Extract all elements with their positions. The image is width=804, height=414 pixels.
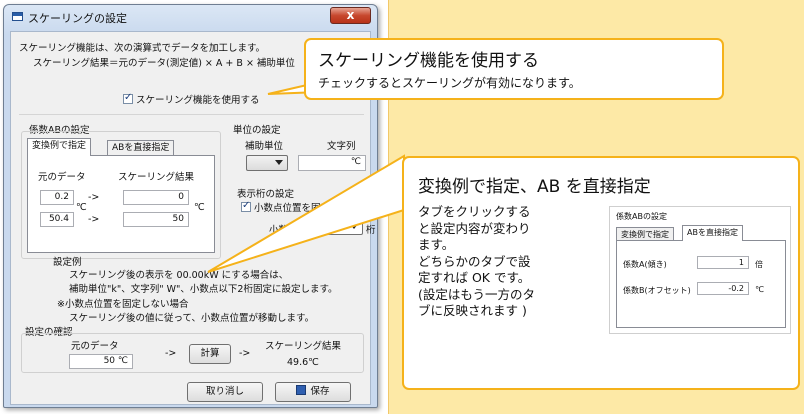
result-input-1[interactable]: 0 — [123, 190, 189, 205]
callout-body-line: (設定はもう一方のタ — [418, 286, 536, 302]
cancel-button[interactable]: 取り消し — [187, 382, 263, 402]
source-input-1[interactable]: 0.2 — [40, 190, 74, 205]
mini-coef-a-input: 1 — [697, 256, 749, 269]
checkbox-checked-icon[interactable] — [123, 92, 133, 104]
callout-body-line: ブに反映されます ) — [418, 303, 527, 318]
use-scaling-label: スケーリング機能を使用する — [136, 95, 260, 106]
callout-body: タブをクリックする と設定内容が変わり ます。 どちらかのタブで設 定すれば O… — [418, 204, 608, 320]
col-result-header: スケーリング結果 — [118, 172, 195, 183]
mini-coef-b-unit: ℃ — [755, 285, 764, 294]
unit-label: ℃ — [76, 202, 87, 213]
close-button[interactable]: x — [330, 7, 371, 24]
intro-line1: スケーリング機能は、次の演算式でデータを加工します。 — [19, 43, 266, 54]
example-title: 設定例 — [53, 257, 82, 268]
save-button-label: 保存 — [310, 386, 330, 397]
mini-tab-panel: 係数A(傾き) 1 倍 係数B(オフセット) -0.2 ℃ — [616, 240, 786, 328]
callout-title: 変換例で指定、AB を直接指定 — [418, 177, 651, 197]
callout-body-line: 定すれば OK です。 — [418, 270, 531, 285]
save-button[interactable]: 保存 — [275, 382, 351, 402]
intro-line2: スケーリング結果＝元のデータ(測定値) × A + B × 補助単位 — [33, 58, 295, 69]
col-source-header: 元のデータ — [38, 172, 86, 183]
mini-group-label: 係数ABの設定 — [616, 212, 667, 221]
arrow: -> — [165, 348, 177, 359]
save-icon — [296, 385, 307, 395]
mini-screenshot: 係数ABの設定 変換例で指定 ABを直接指定 係数A(傾き) 1 倍 係数B(オ… — [609, 206, 791, 334]
confirm-source-input[interactable]: 50 ℃ — [69, 354, 133, 369]
arrow: -> — [88, 214, 100, 225]
callout-subtitle: チェックするとスケーリングが有効になります。 — [318, 76, 581, 90]
callout-body-line: と設定内容が変わり — [418, 220, 531, 236]
dialog-title: スケーリングの設定 — [28, 12, 127, 25]
tab-panel: 元のデータ スケーリング結果 0.2 -> 0 ℃ ℃ 50.4 -> 50 — [27, 155, 215, 253]
calc-button[interactable]: 計算 — [189, 344, 231, 364]
source-input-2[interactable]: 50.4 — [40, 212, 74, 227]
confirm-source-label: 元のデータ — [71, 341, 119, 352]
separator — [19, 114, 364, 115]
callout-use-scaling: スケーリング機能を使用する チェックするとスケーリングが有効になります。 — [304, 38, 724, 100]
callout-body-line: どちらかのタブで設 — [418, 253, 531, 269]
mini-tab-by-example: 変換例で指定 — [616, 227, 674, 241]
mini-coef-b-input: -0.2 — [697, 282, 749, 295]
mini-tab-direct-ab: ABを直接指定 — [682, 225, 743, 241]
example-line2: 補助単位"k"、文字列" W"、小数点以下2桁固定に設定します。 — [69, 284, 338, 295]
callout-pointer — [207, 154, 405, 273]
example-note2: スケーリング後の値に従って、小数点位置が移動します。 — [69, 313, 315, 324]
confirm-result-label: スケーリング結果 — [265, 341, 342, 352]
tab-by-example[interactable]: 変換例で指定 — [27, 138, 92, 156]
confirm-result-value: 49.6℃ — [287, 357, 319, 368]
unit-group-label: 単位の設定 — [233, 125, 281, 136]
mini-coef-a-label: 係数A(傾き) — [623, 260, 667, 269]
window-icon — [12, 12, 23, 21]
result-input-2[interactable]: 50 — [123, 212, 189, 227]
callout-title: スケーリング機能を使用する — [318, 51, 539, 71]
title-bar[interactable]: スケーリングの設定 x — [4, 5, 377, 29]
mini-coef-a-unit: 倍 — [755, 260, 763, 269]
example-note1: ※小数点位置を固定しない場合 — [57, 299, 189, 310]
callout-tabs: 変換例で指定、AB を直接指定 タブをクリックする と設定内容が変わり ます。 … — [402, 156, 800, 390]
callout-body-line: ます。 — [418, 237, 455, 252]
callout-body-line: タブをクリックする — [418, 204, 531, 219]
arrow: -> — [88, 192, 100, 203]
arrow: -> — [239, 348, 251, 359]
mini-coef-b-label: 係数B(オフセット) — [623, 286, 691, 295]
tab-direct-ab[interactable]: ABを直接指定 — [107, 140, 175, 156]
use-scaling-checkbox[interactable]: スケーリング機能を使用する — [123, 92, 260, 106]
